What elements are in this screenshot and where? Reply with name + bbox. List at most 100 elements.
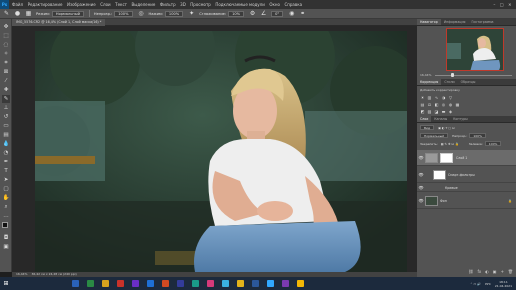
taskbar-app-icon[interactable] — [282, 280, 289, 287]
add-mask-icon[interactable]: ▣ — [493, 269, 497, 274]
frame-tool-icon[interactable]: ⊠ — [2, 68, 10, 76]
adjustment-layer-icon[interactable]: ◐ — [485, 269, 489, 274]
menu-help[interactable]: Справка — [284, 2, 302, 7]
color-lookup-icon[interactable]: ▦ — [455, 102, 460, 107]
tab-paths[interactable]: Контуры — [450, 116, 471, 122]
taskbar-app-icon[interactable] — [102, 280, 109, 287]
start-button-icon[interactable]: ⊞ — [0, 277, 12, 290]
tab-channels[interactable]: Каналы — [431, 116, 450, 122]
threshold-icon[interactable]: ◪ — [434, 109, 439, 114]
healing-brush-tool-icon[interactable]: ✚ — [2, 86, 10, 94]
input-language[interactable]: РУС — [485, 282, 491, 286]
shape-tool-icon[interactable]: ▢ — [2, 185, 10, 193]
taskbar-app-icon[interactable] — [192, 280, 199, 287]
layer-sub-row[interactable]: 👁 Кривые — [417, 184, 516, 192]
navigator-zoom-value[interactable]: 16,44% — [420, 73, 431, 77]
menu-file[interactable]: Файл — [12, 2, 23, 7]
new-layer-icon[interactable]: + — [501, 269, 504, 274]
brush-tool-icon[interactable]: ✎ — [3, 10, 10, 17]
visibility-eye-icon[interactable]: 👁 — [417, 198, 425, 203]
menu-type[interactable]: Текст — [115, 2, 127, 7]
eyedropper-tool-icon[interactable]: ⁄ — [2, 77, 10, 85]
move-tool-icon[interactable]: ✥ — [2, 23, 10, 31]
foreground-color-swatch[interactable] — [2, 222, 8, 228]
menu-filter[interactable]: Фильтр — [160, 2, 176, 7]
layer-kind-filter[interactable]: Вид — [420, 125, 435, 130]
visibility-eye-icon[interactable]: 👁 — [417, 155, 425, 160]
blend-mode-dropdown[interactable]: Нормальный — [420, 133, 449, 138]
black-white-icon[interactable]: ◧ — [434, 102, 439, 107]
marquee-tool-icon[interactable]: ⬚ — [2, 32, 10, 40]
taskbar-app-icon[interactable] — [87, 280, 94, 287]
mode-dropdown[interactable]: Нормальный — [51, 10, 84, 17]
tab-adjustments[interactable]: Коррекция — [417, 79, 442, 85]
layer-row[interactable]: 👁 Слой 1 — [417, 150, 516, 166]
tab-info[interactable]: Информация — [441, 19, 469, 25]
taskbar-app-icon[interactable] — [162, 280, 169, 287]
maximize-button[interactable]: □ — [500, 2, 504, 7]
taskbar-app-icon[interactable] — [267, 280, 274, 287]
menu-window[interactable]: Окно — [269, 2, 280, 7]
smoothing-settings-icon[interactable]: ⚙ — [249, 10, 256, 17]
tab-histogram[interactable]: Гистограмма — [468, 19, 496, 25]
menu-image[interactable]: Изображение — [67, 2, 96, 7]
taskbar-app-icon[interactable] — [252, 280, 259, 287]
canvas-area[interactable] — [12, 26, 417, 272]
taskbar-app-icon[interactable] — [207, 280, 214, 287]
channel-mixer-icon[interactable]: ◍ — [448, 102, 453, 107]
more-tools-icon[interactable]: … — [2, 212, 10, 220]
gradient-tool-icon[interactable]: ▤ — [2, 131, 10, 139]
clock[interactable]: 18:11 21.04.2021 — [495, 280, 512, 288]
tab-navigator[interactable]: Навигатор — [417, 19, 441, 25]
dodge-tool-icon[interactable]: ◔ — [2, 149, 10, 157]
layer-opacity-field[interactable]: 100% — [469, 133, 486, 138]
pressure-opacity-icon[interactable]: ◎ — [138, 10, 145, 17]
menu-plugins[interactable]: Подключаемые модули — [215, 2, 265, 7]
type-tool-icon[interactable]: T — [2, 167, 10, 175]
quick-select-tool-icon[interactable]: ✧ — [2, 50, 10, 58]
invert-icon[interactable]: ◩ — [420, 109, 425, 114]
taskbar-app-icon[interactable] — [237, 280, 244, 287]
taskbar-app-icon[interactable] — [72, 280, 79, 287]
angle-icon[interactable]: ∠ — [260, 10, 267, 17]
navigator-thumbnail[interactable] — [446, 28, 504, 71]
selective-color-icon[interactable]: ◈ — [448, 109, 453, 114]
minimize-button[interactable]: – — [493, 2, 495, 7]
taskbar-app-icon[interactable] — [297, 280, 304, 287]
vibrance-icon[interactable]: ▽ — [448, 95, 453, 100]
eraser-tool-icon[interactable]: ▭ — [2, 122, 10, 130]
screen-mode-icon[interactable]: ▣ — [2, 243, 10, 251]
menu-select[interactable]: Выделение — [132, 2, 156, 7]
clone-stamp-tool-icon[interactable]: ⊥ — [2, 104, 10, 112]
close-button[interactable]: ✕ — [508, 2, 511, 7]
history-brush-tool-icon[interactable]: ↺ — [2, 113, 10, 121]
layer-name[interactable]: Слой 1 — [456, 156, 467, 160]
lock-icons[interactable]: ▦ ✎ ✥ ⊡ 🔒 — [441, 142, 459, 146]
airbrush-icon[interactable]: ✦ — [188, 10, 195, 17]
brush-tool-icon[interactable]: ✎ — [2, 95, 10, 103]
blur-tool-icon[interactable]: 💧 — [2, 140, 10, 148]
menu-edit[interactable]: Редактирование — [28, 2, 63, 7]
taskbar-app-icon[interactable] — [222, 280, 229, 287]
taskbar-app-icon[interactable] — [117, 280, 124, 287]
tab-layers[interactable]: Слои — [417, 116, 432, 122]
quick-mask-icon[interactable]: ◘ — [2, 234, 10, 242]
gradient-map-icon[interactable]: ▬ — [441, 109, 446, 114]
layer-row[interactable]: 👁 Фон 🔒 — [417, 193, 516, 209]
tab-swatches[interactable]: Образцы — [458, 79, 479, 85]
curves-icon[interactable]: ∿ — [434, 95, 439, 100]
visibility-eye-icon[interactable]: 👁 — [417, 185, 425, 190]
layer-name[interactable]: Фон — [440, 199, 447, 203]
smoothing-field[interactable]: 10% — [228, 10, 245, 17]
symmetry-icon[interactable]: ⚭ — [299, 10, 306, 17]
tray-icons[interactable]: ⌃ ▭ 🔊 — [470, 282, 481, 286]
hue-saturation-icon[interactable]: ▤ — [420, 102, 425, 107]
brush-preset-icon[interactable]: ● — [14, 10, 21, 17]
visibility-eye-icon[interactable]: 👁 — [417, 172, 425, 177]
brush-settings-icon[interactable]: ▦ — [25, 10, 32, 17]
menu-3d[interactable]: 3D — [180, 2, 186, 7]
taskbar-app-icon[interactable] — [132, 280, 139, 287]
photo-canvas[interactable] — [35, 31, 407, 272]
navigator-zoom-slider[interactable] — [435, 73, 512, 77]
layer-mask-thumbnail[interactable] — [440, 152, 453, 163]
